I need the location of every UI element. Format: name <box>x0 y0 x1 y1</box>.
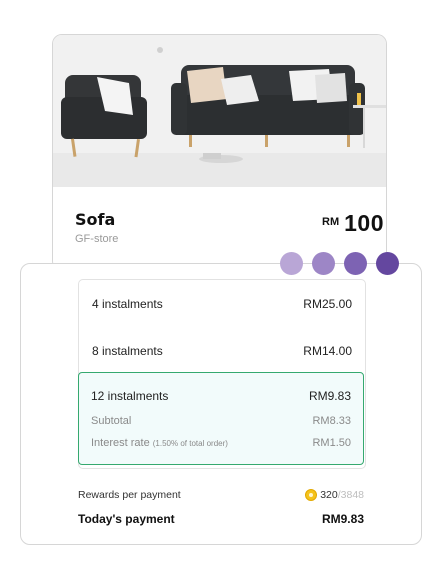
progress-dot-1 <box>280 252 303 275</box>
today-payment-row: Today's payment RM9.83 <box>78 512 364 526</box>
instalment-option-4[interactable]: 4 instalments RM25.00 <box>79 280 365 326</box>
subtotal-label: Subtotal <box>91 415 132 427</box>
interest-line: Interest rate (1.50% of total order) RM1… <box>91 437 351 449</box>
today-payment-label: Today's payment <box>78 512 175 526</box>
product-image <box>53 35 386 187</box>
rewards-value: 320/3848 <box>305 489 364 501</box>
reward-total: /3848 <box>337 489 364 501</box>
interest-label: Interest rate <box>91 437 150 449</box>
selected-main-line: 12 instalments RM9.83 <box>91 389 351 403</box>
price-currency: RM <box>322 216 340 228</box>
today-payment-amount: RM9.83 <box>321 512 364 526</box>
coin-icon <box>305 489 318 501</box>
selected-label: 12 instalments <box>91 389 169 403</box>
price-value: 100 <box>344 210 384 236</box>
subtotal-line: Subtotal RM8.33 <box>91 415 351 427</box>
rewards-label: Rewards per payment <box>78 489 181 501</box>
instalment-amount: RM25.00 <box>303 297 352 311</box>
selected-amount: RM9.83 <box>308 389 351 403</box>
instalment-label: 4 instalments <box>92 297 163 311</box>
instalment-label: 8 instalments <box>92 344 163 358</box>
instalment-option-12-selected[interactable]: 12 instalments RM9.83 Subtotal RM8.33 In… <box>78 372 364 465</box>
rewards-row: Rewards per payment 320/3848 <box>78 489 364 501</box>
instalment-option-8[interactable]: 8 instalments RM14.00 <box>79 327 365 373</box>
product-name: Sofa <box>75 210 116 229</box>
interest-amount: RM1.50 <box>312 437 351 449</box>
progress-dot-2 <box>312 252 335 275</box>
progress-dot-3 <box>344 252 367 275</box>
reward-points: 320 <box>320 489 338 501</box>
interest-note: (1.50% of total order) <box>152 439 228 448</box>
progress-dot-4 <box>376 252 399 275</box>
progress-dots <box>280 252 402 276</box>
store-name: GF-store <box>75 233 119 245</box>
product-price: RM 100 <box>322 210 384 237</box>
subtotal-amount: RM8.33 <box>312 415 351 427</box>
instalment-amount: RM14.00 <box>303 344 352 358</box>
product-card: Sofa GF-store RM 100 <box>52 34 387 271</box>
sofa-photo <box>53 35 386 187</box>
